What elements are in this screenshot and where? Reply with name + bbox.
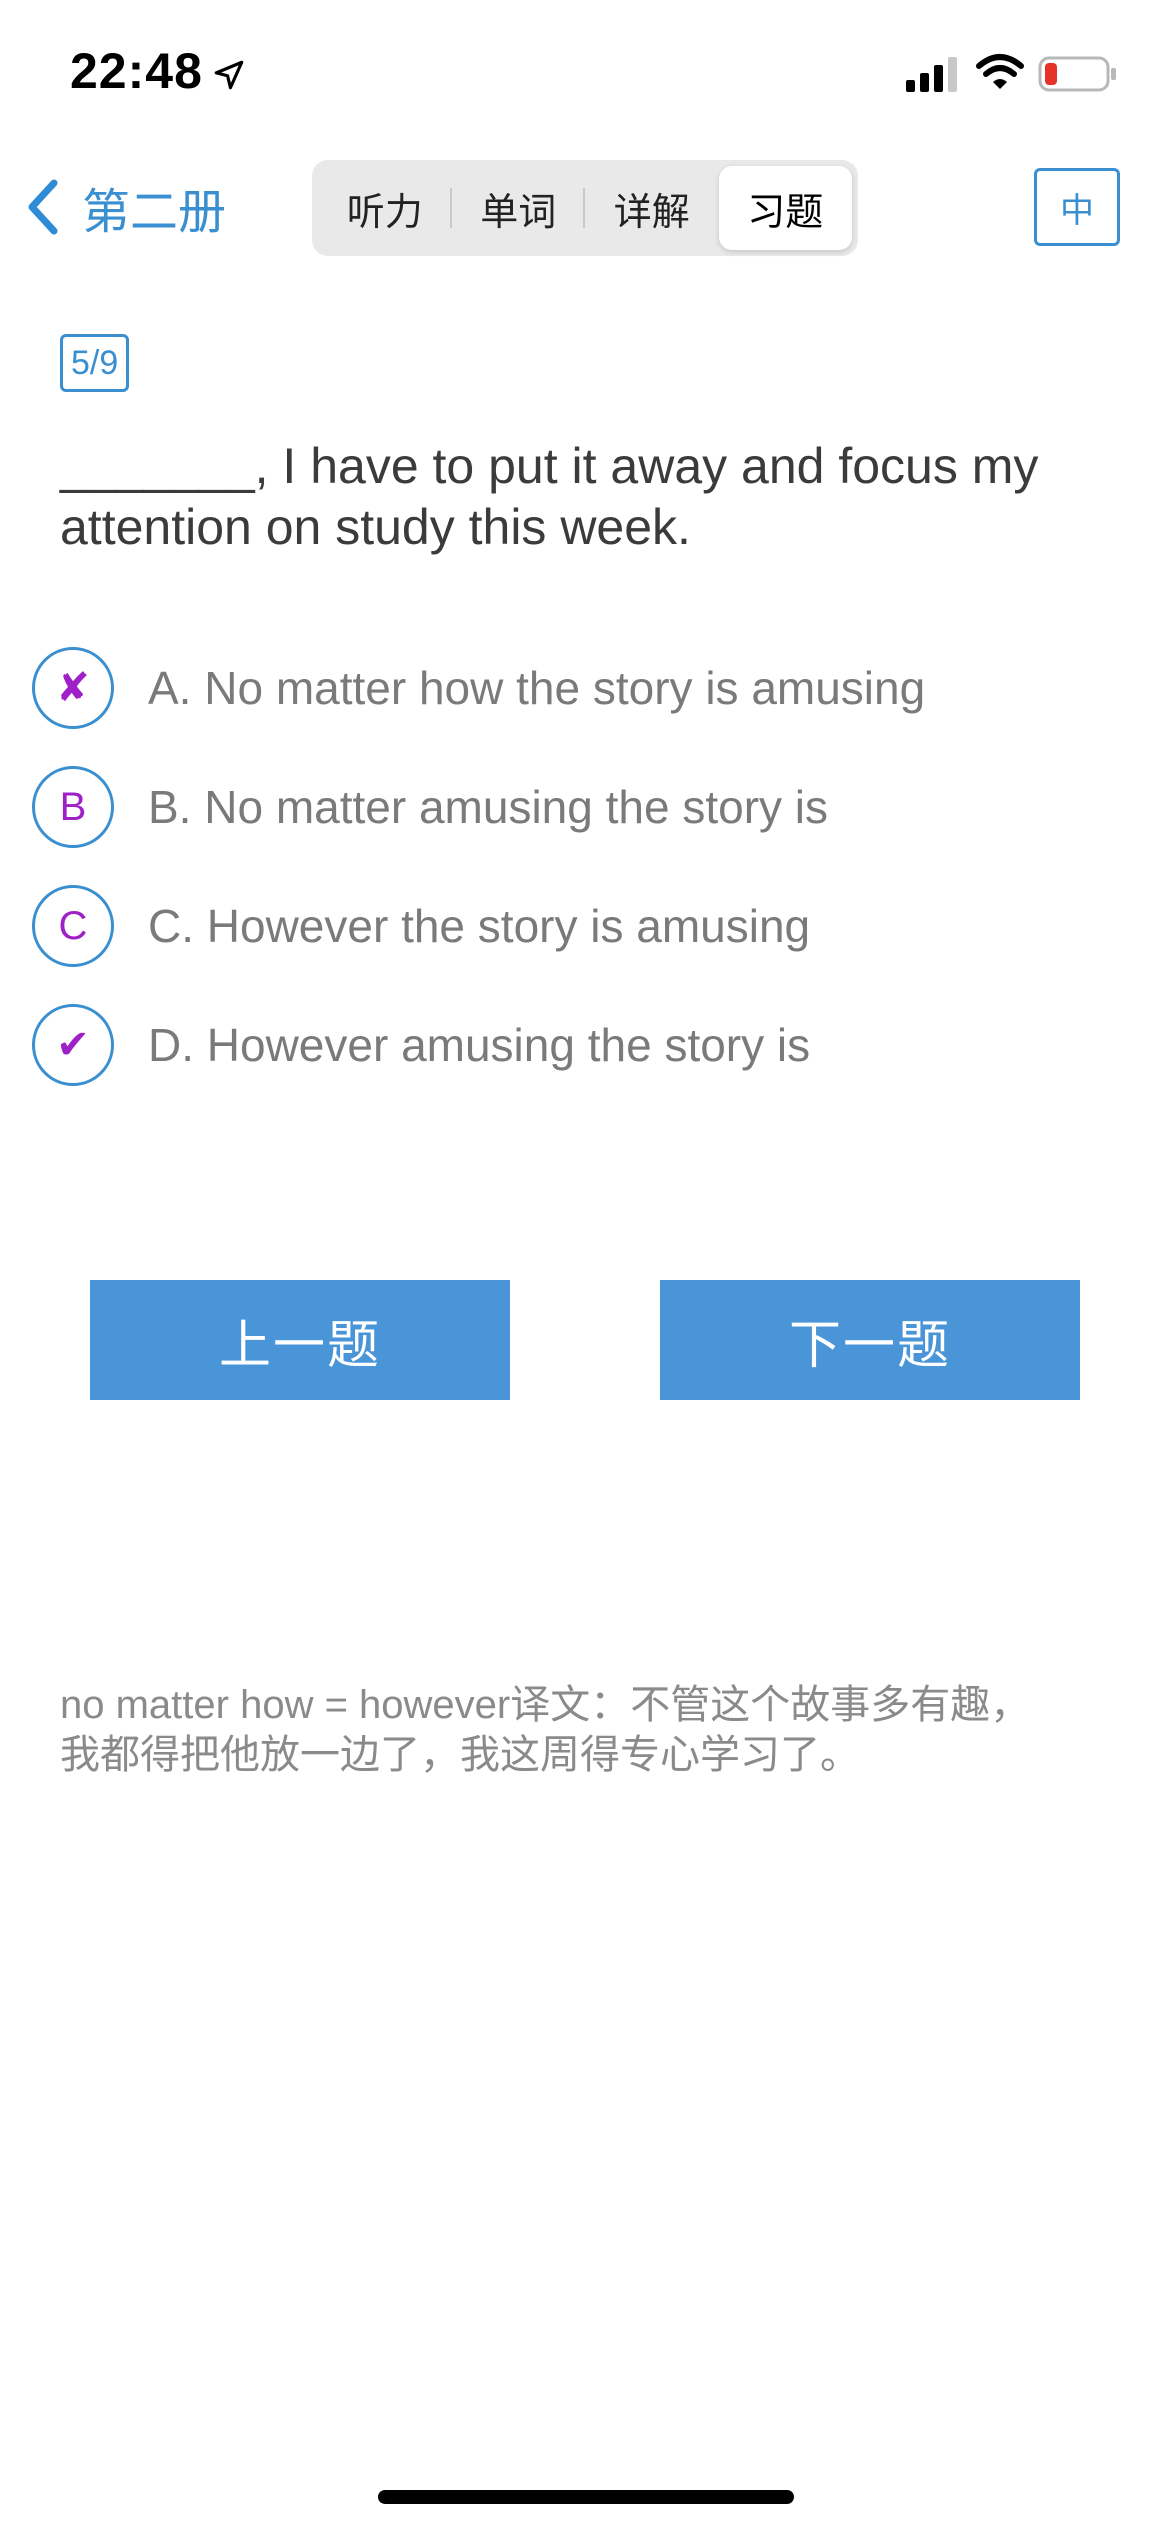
location-arrow-icon	[214, 60, 244, 90]
option-d[interactable]: ✔ D. However amusing the story is	[32, 1001, 1132, 1089]
back-label: 第二册	[82, 186, 227, 239]
checkmark-icon: ✔	[32, 1004, 114, 1086]
option-c-marker: C	[32, 885, 114, 967]
tab-exercises[interactable]: 习题	[718, 166, 852, 250]
question-progress-badge: 5/9	[60, 334, 130, 392]
option-b-marker: B	[32, 766, 114, 848]
option-d-text: D. However amusing the story is	[148, 1019, 811, 1071]
explanation-text: no matter how = however译文：不管这个故事多有趣，我都得把…	[60, 1683, 1031, 1777]
chevron-left-icon	[28, 179, 58, 235]
wifi-icon	[976, 54, 1024, 89]
next-question-button[interactable]: 下一题	[660, 1280, 1080, 1400]
home-indicator[interactable]	[378, 2490, 794, 2504]
tab-explanation[interactable]: 详解	[585, 166, 719, 250]
option-b[interactable]: B B. No matter amusing the story is	[32, 763, 1132, 851]
signal-icon	[906, 57, 957, 92]
app-screen: 22:48 第二册 听力 单词 详解 习题 中 5/9 _______, I h…	[0, 0, 1170, 2532]
nav-bar: 第二册 听力 单词 详解 习题 中	[0, 150, 1170, 270]
tab-vocabulary[interactable]: 单词	[452, 166, 586, 250]
cross-icon: ✘	[32, 647, 114, 729]
language-toggle-button[interactable]: 中	[1034, 168, 1120, 246]
option-a-text: A. No matter how the story is amusing	[148, 662, 926, 714]
option-c[interactable]: C C. However the story is amusing	[32, 882, 1132, 970]
battery-low-icon	[1038, 56, 1116, 92]
segmented-tabs: 听力 单词 详解 习题	[312, 160, 858, 256]
option-b-text: B. No matter amusing the story is	[148, 781, 829, 833]
question-text: _______, I have to put it away and focus…	[60, 438, 1039, 555]
status-bar: 22:48	[0, 0, 1170, 140]
status-time: 22:48	[70, 43, 203, 99]
tab-listening[interactable]: 听力	[318, 166, 452, 250]
option-c-text: C. However the story is amusing	[148, 900, 811, 952]
previous-question-button[interactable]: 上一题	[90, 1280, 510, 1400]
option-a[interactable]: ✘ A. No matter how the story is amusing	[32, 644, 1132, 732]
back-button[interactable]: 第二册	[22, 172, 226, 242]
